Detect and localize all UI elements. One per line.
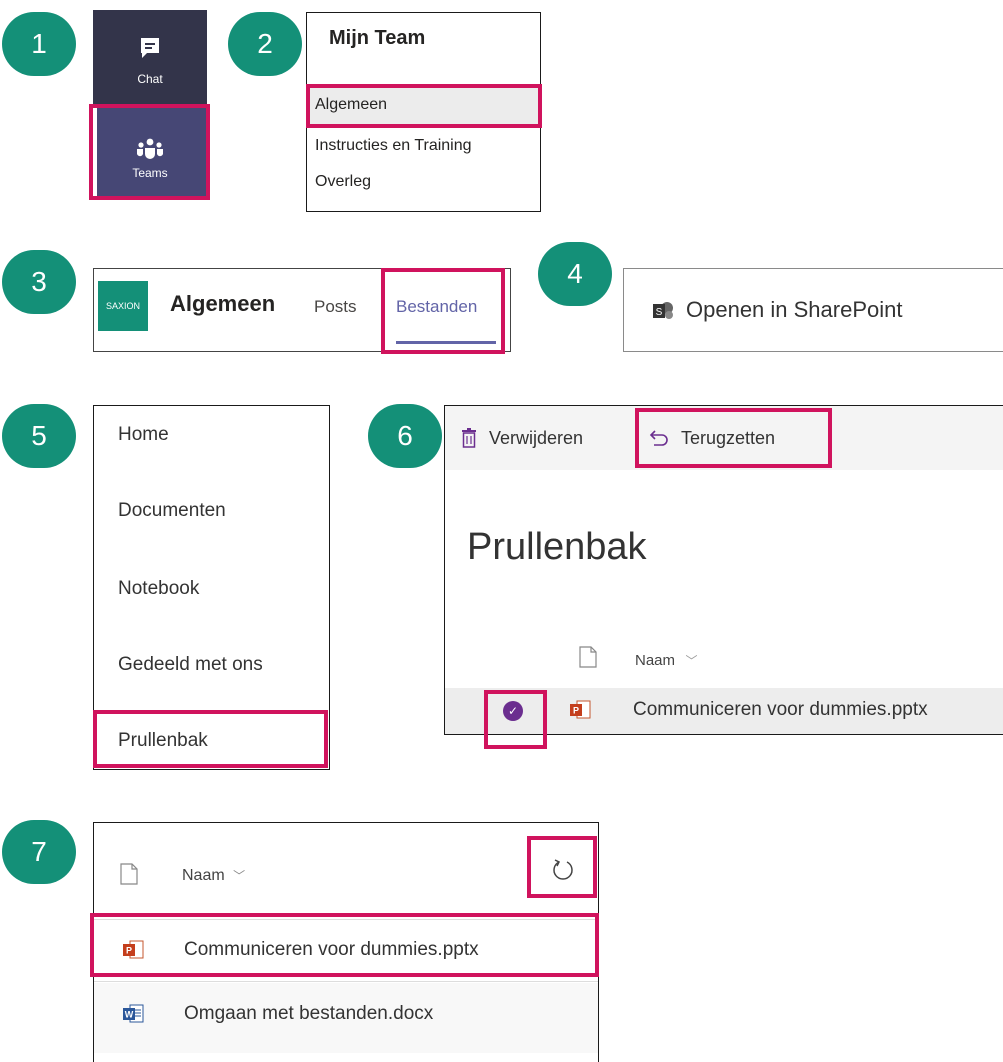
page-title: Prullenbak: [467, 526, 647, 568]
highlight-refresh: [527, 836, 597, 898]
powerpoint-icon: P: [569, 699, 591, 721]
nav-item-notebook[interactable]: Notebook: [118, 578, 199, 600]
delete-button[interactable]: Verwijderen: [461, 426, 631, 452]
step-badge-4: 4: [538, 242, 612, 306]
sharepoint-icon: S: [652, 301, 674, 321]
open-in-sharepoint-button[interactable]: S Openen in SharePoint: [623, 268, 1003, 352]
column-label: Naam: [182, 867, 225, 884]
logo-text: SAXION: [105, 301, 140, 311]
step-badge-3: 3: [2, 250, 76, 314]
highlight-restored-file: [90, 913, 599, 977]
step-badge-1: 1: [2, 12, 76, 76]
file-name: Communiceren voor dummies.pptx: [633, 699, 928, 720]
nav-item-documenten[interactable]: Documenten: [118, 500, 226, 522]
trash-icon: [461, 428, 477, 448]
delete-label: Verwijderen: [489, 428, 584, 448]
button-label: Openen in SharePoint: [686, 297, 903, 322]
channel-item-instructies[interactable]: Instructies en Training: [307, 131, 540, 165]
highlight-restore: [635, 408, 832, 468]
rail-label-chat: Chat: [137, 72, 163, 86]
highlight-checkbox: [484, 690, 547, 749]
highlight-algemeen: [306, 84, 542, 128]
nav-item-home[interactable]: Home: [118, 424, 169, 446]
channel-label: Overleg: [315, 173, 372, 190]
svg-text:S: S: [656, 307, 663, 318]
word-icon: W: [122, 1003, 144, 1025]
chevron-down-icon: ﹀: [685, 654, 698, 668]
channel-label: Instructies en Training: [315, 137, 472, 154]
step-badge-2: 2: [228, 12, 302, 76]
svg-text:W: W: [125, 1010, 134, 1020]
chevron-down-icon: ﹀: [233, 869, 246, 883]
file-name: Omgaan met bestanden.docx: [184, 1003, 434, 1024]
highlight-bestanden: [381, 268, 505, 354]
team-title: Mijn Team: [329, 27, 426, 49]
saxion-logo: SAXION: [98, 281, 148, 331]
file-row-docx[interactable]: W Omgaan met bestanden.docx: [94, 983, 598, 1053]
highlight-teams: [89, 104, 210, 200]
file-type-header-icon: [579, 646, 597, 668]
svg-text:P: P: [573, 706, 579, 716]
step-badge-5: 5: [2, 404, 76, 468]
chat-icon: [139, 36, 161, 60]
highlight-prullenbak: [93, 710, 328, 768]
nav-item-gedeeld[interactable]: Gedeeld met ons: [118, 654, 263, 676]
channel-name: Algemeen: [170, 291, 276, 316]
tab-posts[interactable]: Posts: [314, 297, 357, 317]
rail-item-chat[interactable]: Chat: [93, 10, 207, 108]
column-header-naam[interactable]: Naam ﹀: [635, 652, 735, 672]
divider: [94, 981, 598, 982]
step-badge-7: 7: [2, 820, 76, 884]
column-header-naam[interactable]: Naam ﹀: [182, 867, 292, 889]
step-badge-6: 6: [368, 404, 442, 468]
column-label: Naam: [635, 652, 676, 669]
file-type-header-icon: [120, 863, 138, 885]
channel-item-overleg[interactable]: Overleg: [307, 167, 540, 201]
